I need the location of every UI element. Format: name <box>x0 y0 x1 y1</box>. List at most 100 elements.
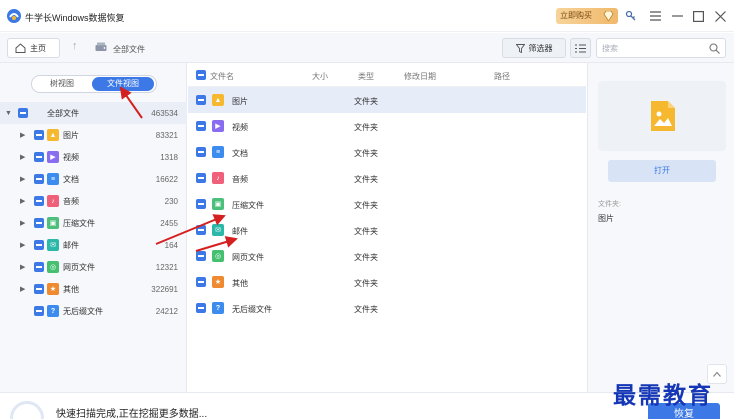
search-input[interactable] <box>602 42 707 55</box>
tree-row[interactable]: ▶ ▣ 压缩文件 2455 <box>0 212 187 234</box>
table-row[interactable]: ▶ 视频 文件夹 <box>188 113 586 139</box>
checkbox[interactable] <box>34 262 44 272</box>
search-icon[interactable] <box>709 43 720 54</box>
row-type: 文件夹 <box>354 149 378 158</box>
row-name: 压缩文件 <box>232 201 264 210</box>
buy-now-button[interactable]: 立即购买 <box>556 8 618 24</box>
expand-arrow-icon[interactable]: ▶ <box>20 175 25 183</box>
image-file-icon <box>651 101 675 131</box>
checkbox[interactable] <box>196 173 206 183</box>
open-button[interactable]: 打开 <box>608 160 716 182</box>
progress-spinner-icon <box>10 401 44 419</box>
column-header-path[interactable]: 路径 <box>494 71 510 82</box>
tree-label: 网页文件 <box>63 262 95 272</box>
row-type: 文件夹 <box>354 305 378 314</box>
tree-count: 1318 <box>160 152 178 162</box>
expand-arrow-icon[interactable]: ▶ <box>20 131 25 139</box>
list-view-button[interactable] <box>570 38 591 58</box>
tree-row[interactable]: ? 无后缀文件 24212 <box>0 300 187 322</box>
minimize-icon[interactable] <box>670 9 684 23</box>
checkbox[interactable] <box>196 251 206 261</box>
filter-button[interactable]: 筛选器 <box>502 38 566 58</box>
table-row[interactable]: ✉ 邮件 文件夹 <box>188 217 586 243</box>
checkbox[interactable] <box>34 174 44 184</box>
archive-icon: ▣ <box>212 198 224 210</box>
tab-tree-view[interactable]: 树视图 <box>34 77 90 91</box>
checkbox[interactable] <box>34 284 44 294</box>
tree-row[interactable]: ▶ ◎ 网页文件 12321 <box>0 256 187 278</box>
drive-icon <box>95 42 107 51</box>
tab-file-view[interactable]: 文件视图 <box>92 77 154 91</box>
key-icon[interactable] <box>624 9 638 23</box>
table-row[interactable]: ≡ 文档 文件夹 <box>188 139 586 165</box>
tree-row[interactable]: ▶ ✉ 邮件 164 <box>0 234 187 256</box>
tree-row[interactable]: ▶ ▲ 图片 83321 <box>0 124 187 146</box>
expand-arrow-icon[interactable]: ▶ <box>20 285 25 293</box>
info-label: 文件夹: <box>598 201 621 208</box>
preview-box <box>598 81 726 151</box>
checkbox[interactable] <box>196 147 206 157</box>
checkbox[interactable] <box>34 218 44 228</box>
other-icon: ★ <box>212 276 224 288</box>
audio-icon: ♪ <box>47 195 59 207</box>
checkbox[interactable] <box>34 130 44 140</box>
up-arrow-icon[interactable]: ↑ <box>72 40 78 52</box>
checkbox[interactable] <box>196 303 206 313</box>
table-row[interactable]: ▣ 压缩文件 文件夹 <box>188 191 586 217</box>
video-icon: ▶ <box>47 151 59 163</box>
tree-count: 16622 <box>155 174 178 184</box>
column-header-size[interactable]: 大小 <box>312 71 328 82</box>
expand-arrow-icon[interactable]: ▶ <box>20 263 25 271</box>
checkbox[interactable] <box>196 277 206 287</box>
column-header-type[interactable]: 类型 <box>358 71 374 82</box>
checkbox[interactable] <box>34 152 44 162</box>
tree-row[interactable]: ▶ ★ 其他 322691 <box>0 278 187 300</box>
other-icon: ★ <box>47 283 59 295</box>
web-icon: ◎ <box>212 250 224 262</box>
tree-count: 24212 <box>155 306 178 316</box>
table-row[interactable]: ★ 其他 文件夹 <box>188 269 586 295</box>
collapse-arrow-icon[interactable]: ▼ <box>5 110 12 117</box>
tree-row[interactable]: ▶ ▶ 视频 1318 <box>0 146 187 168</box>
tree-label: 邮件 <box>63 240 79 250</box>
tree-count: 322691 <box>151 284 178 294</box>
tree-label: 其他 <box>63 284 79 294</box>
table-row[interactable]: ▲ 图片 文件夹 <box>188 87 586 113</box>
home-button[interactable]: 主页 <box>7 38 60 58</box>
expand-arrow-icon[interactable]: ▶ <box>20 197 25 205</box>
expand-arrow-icon[interactable]: ▶ <box>20 241 25 249</box>
checkbox[interactable] <box>196 225 206 235</box>
column-header-date[interactable]: 修改日期 <box>404 71 436 82</box>
checkbox[interactable] <box>196 199 206 209</box>
maximize-icon[interactable] <box>691 9 705 23</box>
chevron-up-icon <box>713 371 721 377</box>
tree-label: 音频 <box>63 196 79 206</box>
table-row[interactable]: ◎ 网页文件 文件夹 <box>188 243 586 269</box>
status-text: 快速扫描完成,正在挖掘更多数据... <box>56 409 208 419</box>
tree-row[interactable]: ▶ ≡ 文档 16622 <box>0 168 187 190</box>
checkbox[interactable] <box>34 196 44 206</box>
checkbox[interactable] <box>196 95 206 105</box>
checkbox[interactable] <box>196 121 206 131</box>
table-row[interactable]: ? 无后缀文件 文件夹 <box>188 295 586 321</box>
tree-row[interactable]: ▶ ♪ 音频 230 <box>0 190 187 212</box>
checkbox[interactable] <box>18 108 28 118</box>
expand-arrow-icon[interactable]: ▶ <box>20 219 25 227</box>
app-logo-icon <box>7 9 21 23</box>
breadcrumb[interactable]: 全部文件 <box>113 44 145 55</box>
column-header-name[interactable]: 文件名 <box>210 71 234 82</box>
menu-icon[interactable] <box>648 9 662 23</box>
checkbox[interactable] <box>34 306 44 316</box>
tree-row-all-files[interactable]: ▼ 全部文件 463534 <box>0 102 187 124</box>
home-label: 主页 <box>30 43 46 53</box>
image-icon: ▲ <box>212 94 224 106</box>
tree-count: 83321 <box>155 130 178 140</box>
tree-label: 文档 <box>63 174 79 184</box>
close-icon[interactable] <box>713 9 727 23</box>
table-row[interactable]: ♪ 音频 文件夹 <box>188 165 586 191</box>
search-box[interactable] <box>596 38 726 58</box>
checkbox[interactable] <box>34 240 44 250</box>
select-all-checkbox[interactable] <box>196 70 206 80</box>
document-icon: ≡ <box>212 146 224 158</box>
expand-arrow-icon[interactable]: ▶ <box>20 153 25 161</box>
